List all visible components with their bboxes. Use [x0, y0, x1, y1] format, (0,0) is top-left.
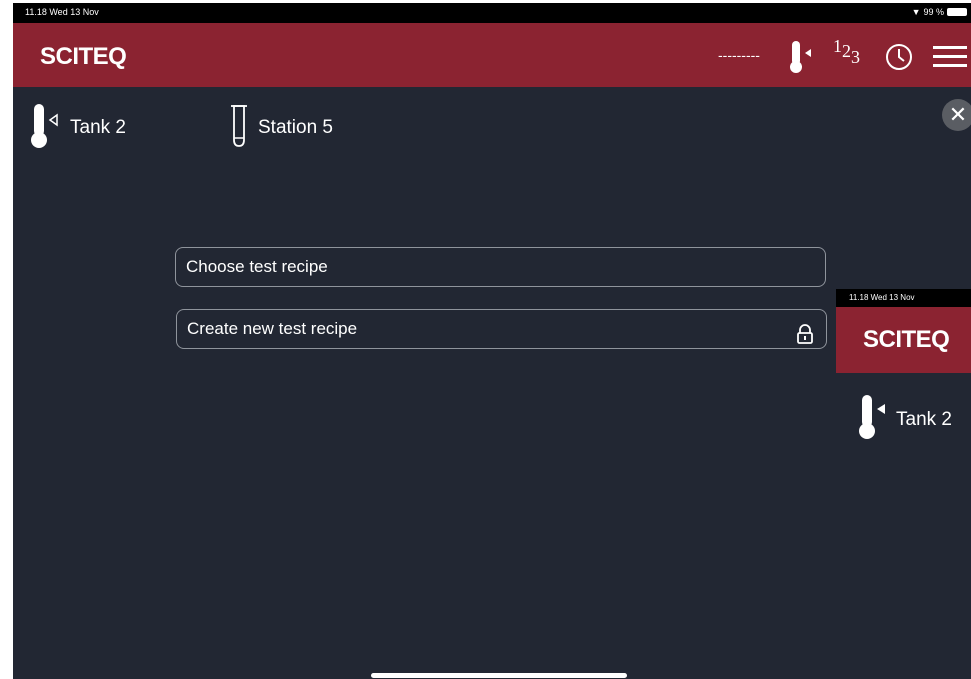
preview-header: SCITEQ: [836, 307, 971, 373]
tank-selector[interactable]: Tank 2: [28, 103, 126, 153]
status-time: 11.18 Wed 13 Nov: [25, 7, 99, 17]
choose-test-recipe-label: Choose test recipe: [186, 257, 328, 276]
thermometer-icon[interactable]: [788, 39, 816, 80]
preview-status-time: 11.18 Wed 13 Nov: [849, 293, 915, 302]
home-indicator[interactable]: [371, 673, 627, 678]
lock-icon: [796, 320, 814, 358]
thermometer-icon: [28, 102, 62, 155]
menu-icon[interactable]: [933, 45, 967, 74]
clock-icon[interactable]: [884, 42, 914, 77]
app-logo: SCITEQ: [40, 43, 127, 70]
station-selector[interactable]: Station 5: [228, 103, 333, 153]
digit-1: 1: [833, 36, 842, 56]
create-test-recipe-label: Create new test recipe: [187, 319, 358, 338]
digit-3: 3: [851, 47, 860, 67]
close-button[interactable]: ✕: [942, 99, 971, 131]
tank-label: Tank 2: [70, 117, 126, 138]
app-window: 11.18 Wed 13 Nov ▼ 99 % SCITEQ ---------…: [13, 3, 971, 679]
preview-logo: SCITEQ: [863, 326, 950, 353]
tube-icon: [228, 102, 250, 155]
app-header: SCITEQ --------- 123: [13, 23, 971, 87]
tank-temperature-readout: ---------: [718, 47, 760, 63]
create-test-recipe-button[interactable]: Create new test recipe: [176, 309, 827, 349]
choose-test-recipe-button[interactable]: Choose test recipe: [175, 247, 826, 287]
preview-tank: Tank 2: [856, 393, 952, 446]
digits-icon[interactable]: 123: [833, 36, 860, 67]
digit-2: 2: [842, 41, 851, 61]
station-label: Station 5: [258, 117, 333, 138]
wifi-icon: ▼: [911, 7, 921, 17]
preview-status-bar: 11.18 Wed 13 Nov: [836, 289, 971, 307]
status-right: ▼ 99 %: [912, 7, 967, 17]
status-bar: 11.18 Wed 13 Nov ▼ 99 %: [13, 3, 971, 23]
close-icon: ✕: [948, 102, 968, 127]
thermometer-icon: [856, 393, 890, 446]
preview-tank-label: Tank 2: [896, 408, 952, 430]
battery-percent: 99 %: [923, 7, 944, 17]
app-switcher-preview[interactable]: 11.18 Wed 13 Nov SCITEQ Tank 2: [836, 289, 971, 444]
battery-icon: [947, 8, 967, 16]
